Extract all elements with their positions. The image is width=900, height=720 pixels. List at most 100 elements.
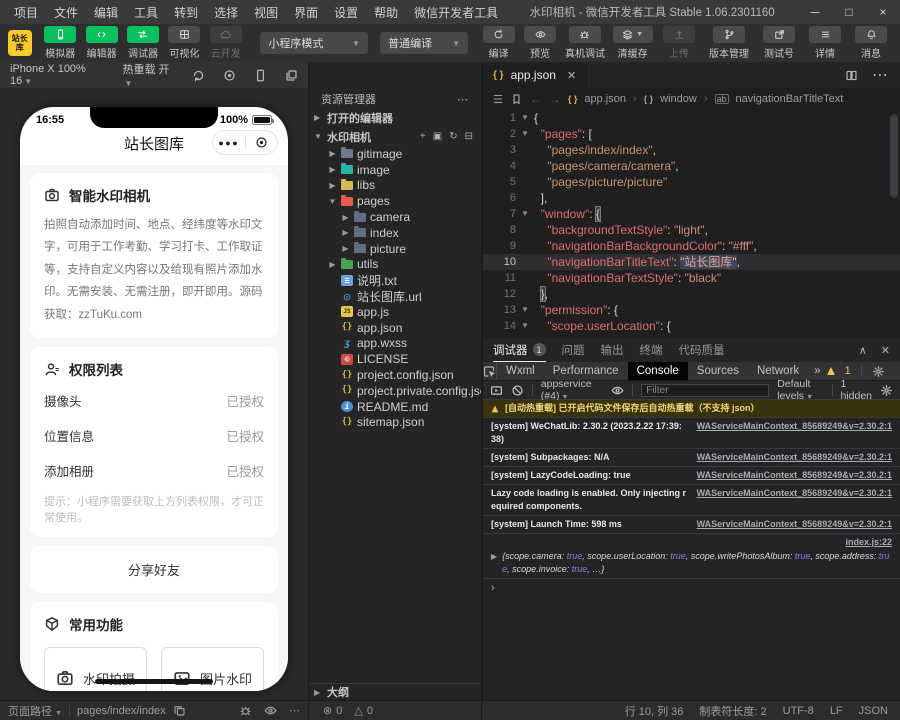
encoding[interactable]: UTF-8 <box>783 705 814 717</box>
tab-app-json[interactable]: { } app.json ✕ <box>483 62 587 88</box>
tree-item[interactable]: ▶libs <box>309 178 481 194</box>
more-menu-button[interactable]: ●●● <box>213 138 245 148</box>
log-source-link[interactable]: WAServiceMainContext_85689249&v=2.30.2:1 <box>697 469 892 482</box>
breadcrumb-property[interactable]: navigationBarTitleText <box>736 93 844 105</box>
watermark-camera-button[interactable]: 水印拍摄 <box>44 647 147 691</box>
new-folder-icon[interactable]: ▣ <box>433 131 442 142</box>
collapse-all-icon[interactable]: ⊟ <box>465 131 473 142</box>
code-area[interactable]: 1▼{2▼ "pages": [3 "pages/index/index",4 … <box>483 110 900 338</box>
close-miniprogram-button[interactable] <box>246 136 278 149</box>
breadcrumb-file[interactable]: app.json <box>584 93 626 105</box>
remote-debug-button[interactable]: 真机调试 <box>561 26 610 60</box>
app-logo[interactable]: 站长库 <box>8 30 32 56</box>
bookmark-icon[interactable] <box>510 93 523 106</box>
tree-item[interactable]: ▶image <box>309 162 481 178</box>
menu-tools[interactable]: 工具 <box>126 4 166 21</box>
minimize-button[interactable]: ─ <box>798 0 832 24</box>
menu-help[interactable]: 帮助 <box>366 4 406 21</box>
tab-debugger[interactable]: 调试器 1 <box>493 338 546 362</box>
log-levels-dropdown[interactable]: Default levels▼ <box>777 378 824 402</box>
warning-count[interactable]: 1 <box>845 365 851 377</box>
fold-icon[interactable]: ▼ <box>521 318 534 334</box>
menu-devtools[interactable]: 微信开发者工具 <box>406 4 506 21</box>
mode-dropdown[interactable]: 小程序模式▼ <box>260 32 368 54</box>
tree-item[interactable]: {}project.config.json <box>309 367 481 383</box>
tree-item[interactable]: ▶index <box>309 225 481 241</box>
tree-item[interactable]: iREADME.md <box>309 399 481 415</box>
messages-button[interactable]: 消息 <box>848 26 894 60</box>
tree-item[interactable]: ʒapp.wxss <box>309 336 481 352</box>
tab-terminal[interactable]: 终端 <box>640 338 663 362</box>
collapse-panel-icon[interactable]: ∧ <box>859 344 867 357</box>
error-icon[interactable]: ⊗ <box>323 704 332 717</box>
close-panel-icon[interactable]: ✕ <box>881 344 890 357</box>
menu-interface[interactable]: 界面 <box>286 4 326 21</box>
eol-type[interactable]: LF <box>830 705 843 717</box>
editor-toggle[interactable]: 编辑器 <box>81 26 122 60</box>
copy-icon[interactable] <box>173 704 186 717</box>
tree-item[interactable]: {}app.json <box>309 320 481 336</box>
test-account-button[interactable]: 测试号 <box>756 26 802 60</box>
fold-icon[interactable]: ▼ <box>521 302 534 318</box>
explorer-more-button[interactable]: ⋯ <box>457 93 469 106</box>
warning-icon[interactable]: △ <box>354 704 362 717</box>
more-icon[interactable]: ⋯ <box>289 704 300 717</box>
device-selector[interactable]: iPhone X 100% 16▼ <box>10 63 108 87</box>
preview-button[interactable]: 预览 <box>519 26 560 60</box>
details-button[interactable]: 详情 <box>802 26 848 60</box>
compile-mode-dropdown[interactable]: 普通编译▼ <box>380 32 468 54</box>
close-tab-icon[interactable]: ✕ <box>567 69 576 82</box>
log-source-link[interactable]: WAServiceMainContext_85689249&v=2.30.2:1 <box>697 487 892 513</box>
tab-problems[interactable]: 问题 <box>562 338 585 362</box>
cursor-position[interactable]: 行 10, 列 36 <box>625 703 684 719</box>
hot-reload-toggle[interactable]: 热重载 开▼ <box>122 61 178 89</box>
tree-item[interactable]: ▶utils <box>309 257 481 273</box>
fold-icon[interactable]: ▼ <box>521 110 534 126</box>
version-control-button[interactable]: 版本管理 <box>702 26 756 60</box>
menu-file[interactable]: 文件 <box>46 4 86 21</box>
rotate-icon[interactable] <box>192 69 205 82</box>
filter-input[interactable] <box>641 384 769 397</box>
tree-item[interactable]: ▶gitimage <box>309 146 481 162</box>
refresh-icon[interactable]: ↻ <box>449 131 457 142</box>
log-source-link[interactable]: WAServiceMainContext_85689249&v=2.30.2:1 <box>697 518 892 531</box>
menu-settings[interactable]: 设置 <box>326 4 366 21</box>
device-frame-icon[interactable] <box>254 69 267 82</box>
eye-icon[interactable] <box>264 704 277 717</box>
tree-item[interactable]: {}sitemap.json <box>309 415 481 431</box>
console-settings-icon[interactable] <box>880 384 893 397</box>
maximize-button[interactable]: □ <box>832 0 866 24</box>
fold-icon[interactable]: ▼ <box>521 206 534 222</box>
devtools-tab-wxml[interactable]: Wxml <box>497 362 544 380</box>
visualization-toggle[interactable]: 可视化 <box>164 26 205 60</box>
log-source-link[interactable]: index.js:22 <box>845 537 892 547</box>
kebab-menu-icon[interactable] <box>895 365 900 378</box>
project-root-section[interactable]: ▼ 水印相机 + ▣ ↻ ⊟ <box>309 127 481 146</box>
inspect-icon[interactable] <box>483 365 496 378</box>
share-button[interactable]: 分享好友 <box>30 546 278 593</box>
tab-size[interactable]: 制表符长度: 2 <box>699 703 766 719</box>
open-editors-section[interactable]: ▶ 打开的编辑器 <box>309 108 481 127</box>
menu-goto[interactable]: 转到 <box>166 4 206 21</box>
log-source-link[interactable]: WAServiceMainContext_85689249&v=2.30.2:1 <box>697 451 892 464</box>
clear-console-icon[interactable] <box>511 384 524 397</box>
outline-section[interactable]: ▶ 大纲 <box>309 683 481 700</box>
clear-cache-button[interactable]: ▼ 清缓存 <box>609 26 656 60</box>
expand-object-icon[interactable]: ▶ <box>491 550 497 576</box>
bug-icon[interactable] <box>239 704 252 717</box>
picture-watermark-button[interactable]: 图片水印 <box>161 647 264 691</box>
tree-item[interactable]: ▶picture <box>309 241 481 257</box>
tree-item[interactable]: ◎站长图库.url <box>309 288 481 304</box>
tree-item[interactable]: ≡说明.txt <box>309 272 481 288</box>
tree-item[interactable]: ▶camera <box>309 209 481 225</box>
forward-icon[interactable]: → <box>549 92 561 106</box>
close-button[interactable]: × <box>866 0 900 24</box>
log-source-link[interactable]: WAServiceMainContext_85689249&v=2.30.2:1 <box>697 420 892 446</box>
tree-item[interactable]: {}project.private.config.json <box>309 383 481 399</box>
editor-more-button[interactable]: ⋯ <box>872 65 888 85</box>
menu-select[interactable]: 选择 <box>206 4 246 21</box>
split-editor-icon[interactable] <box>845 69 858 82</box>
menu-icon[interactable]: ☰ <box>493 93 503 106</box>
page-path-dropdown[interactable]: 页面路径 ▼ <box>8 703 62 719</box>
multi-window-icon[interactable] <box>285 69 298 82</box>
